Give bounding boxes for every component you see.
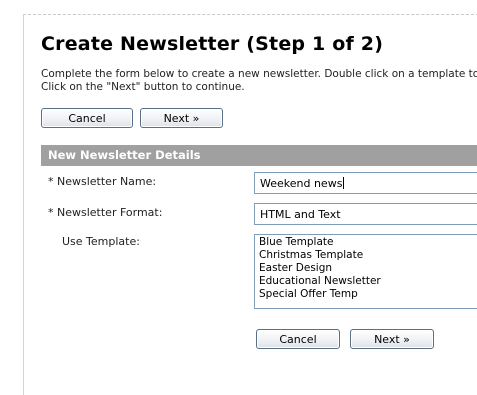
template-option[interactable]: Easter Design <box>259 262 477 275</box>
next-button-top[interactable]: Next » <box>140 108 223 128</box>
use-template-label: Use Template: <box>62 235 140 248</box>
section-header: New Newsletter Details <box>41 145 477 166</box>
template-listbox[interactable]: Blue Template Christmas Template Easter … <box>254 234 477 309</box>
text-caret <box>343 177 345 189</box>
template-option[interactable]: Educational Newsletter <box>259 275 477 288</box>
template-option[interactable]: Blue Template <box>259 236 477 249</box>
instructions-line-2: Click on the "Next" button to continue. <box>41 81 245 93</box>
newsletter-name-value: Weekend news <box>260 176 343 190</box>
newsletter-name-label: * Newsletter Name: <box>48 175 157 188</box>
newsletter-format-label: * Newsletter Format: <box>48 206 163 219</box>
instructions-line-1: Complete the form below to create a new … <box>41 68 477 80</box>
newsletter-format-value: HTML and Text <box>260 207 341 221</box>
template-option[interactable]: Special Offer Temp <box>259 288 477 301</box>
next-button-bottom[interactable]: Next » <box>350 329 434 349</box>
cancel-button-bottom[interactable]: Cancel <box>256 329 340 349</box>
instructions: Complete the form below to create a new … <box>41 68 477 94</box>
template-option[interactable]: Christmas Template <box>259 249 477 262</box>
page-title: Create Newsletter (Step 1 of 2) <box>41 33 384 55</box>
cancel-button-top[interactable]: Cancel <box>41 108 133 128</box>
newsletter-name-input[interactable]: Weekend news <box>254 172 477 194</box>
newsletter-format-select[interactable]: HTML and Text <box>254 203 477 225</box>
